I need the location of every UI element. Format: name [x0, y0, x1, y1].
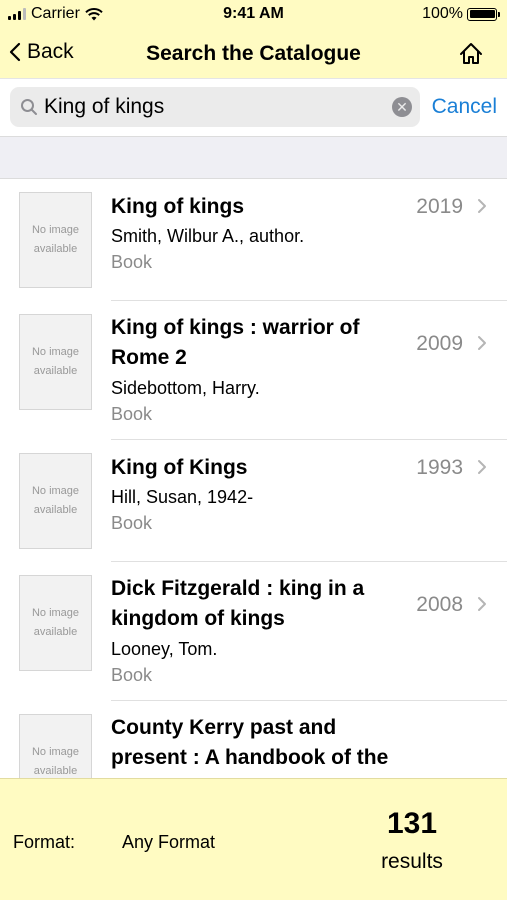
- search-field[interactable]: ✕: [10, 87, 420, 127]
- thumbnail-text: No image: [31, 746, 80, 758]
- result-title: Dick Fitzgerald : king in a kingdom of k…: [111, 577, 365, 630]
- result-row[interactable]: No image available County Kerry past and …: [0, 701, 507, 778]
- thumbnail-text: No image: [31, 607, 80, 619]
- no-image-thumbnail: No image available: [19, 314, 92, 410]
- format-selector[interactable]: Any Format: [122, 832, 215, 853]
- no-image-thumbnail: No image available: [19, 192, 92, 288]
- battery-icon: [467, 7, 500, 21]
- no-image-thumbnail: No image available: [19, 453, 92, 549]
- result-author: Hill, Susan, 1942-: [111, 487, 254, 507]
- status-right: 100%: [422, 5, 500, 23]
- result-title: King of kings: [111, 195, 244, 218]
- result-format: Book: [111, 513, 153, 533]
- section-header: [0, 136, 507, 179]
- result-row[interactable]: No image available Dick Fitzgerald : king…: [0, 562, 507, 701]
- chevron-right-icon: [478, 336, 486, 350]
- result-year: 2009: [416, 332, 463, 355]
- result-row[interactable]: No image available King of kings Smith, W…: [0, 179, 507, 301]
- result-author: Smith, Wilbur A., author.: [111, 226, 305, 246]
- thumbnail-text: available: [33, 365, 78, 377]
- thumbnail-text: available: [33, 765, 78, 777]
- search-icon: [21, 99, 37, 115]
- result-year: 2019: [416, 195, 463, 218]
- result-author: Looney, Tom.: [111, 639, 218, 659]
- cancel-button[interactable]: Cancel: [432, 95, 497, 119]
- no-image-thumbnail: No image available: [19, 714, 92, 778]
- result-row[interactable]: No image available King of Kings Hill, Su…: [0, 440, 507, 562]
- results-count: 131: [386, 807, 438, 840]
- results-list: No image available King of kings Smith, W…: [0, 179, 507, 778]
- thumbnail-text: No image: [31, 346, 80, 358]
- chevron-right-icon: [478, 460, 486, 474]
- result-title: County Kerry past and present : A handbo…: [111, 716, 389, 769]
- result-author: Sidebottom, Harry.: [111, 378, 260, 398]
- home-button[interactable]: [457, 40, 485, 68]
- result-row[interactable]: No image available King of kings : warrio…: [0, 301, 507, 440]
- thumbnail-text: No image: [31, 485, 80, 497]
- navigation-bar: Back Search the Catalogue: [0, 30, 507, 78]
- result-title: King of Kings: [111, 456, 248, 479]
- chevron-right-icon: [478, 597, 486, 611]
- page-title: Search the Catalogue: [146, 42, 361, 65]
- home-icon: [460, 43, 482, 64]
- status-bar: Carrier 9:41 AM 100%: [0, 0, 507, 30]
- thumbnail-text: No image: [31, 224, 80, 236]
- search-input[interactable]: [44, 87, 384, 127]
- result-format: Book: [111, 665, 153, 685]
- thumbnail-text: available: [33, 626, 78, 638]
- no-image-thumbnail: No image available: [19, 575, 92, 671]
- footer-bar: Format: Any Format 131 results: [0, 778, 507, 900]
- result-format: Book: [111, 404, 153, 424]
- result-year: 1993: [416, 456, 463, 479]
- clear-icon[interactable]: ✕: [392, 97, 412, 117]
- result-format: Book: [111, 252, 153, 272]
- battery-percent: 100%: [422, 5, 463, 22]
- format-label: Format:: [13, 832, 76, 852]
- thumbnail-text: available: [33, 243, 78, 255]
- results-label: results: [381, 850, 443, 873]
- thumbnail-text: available: [33, 504, 78, 516]
- result-title: King of kings : warrior of Rome 2: [111, 316, 360, 369]
- chevron-right-icon: [478, 199, 486, 213]
- search-area: ✕ Cancel: [0, 78, 507, 136]
- result-year: 2008: [416, 593, 463, 616]
